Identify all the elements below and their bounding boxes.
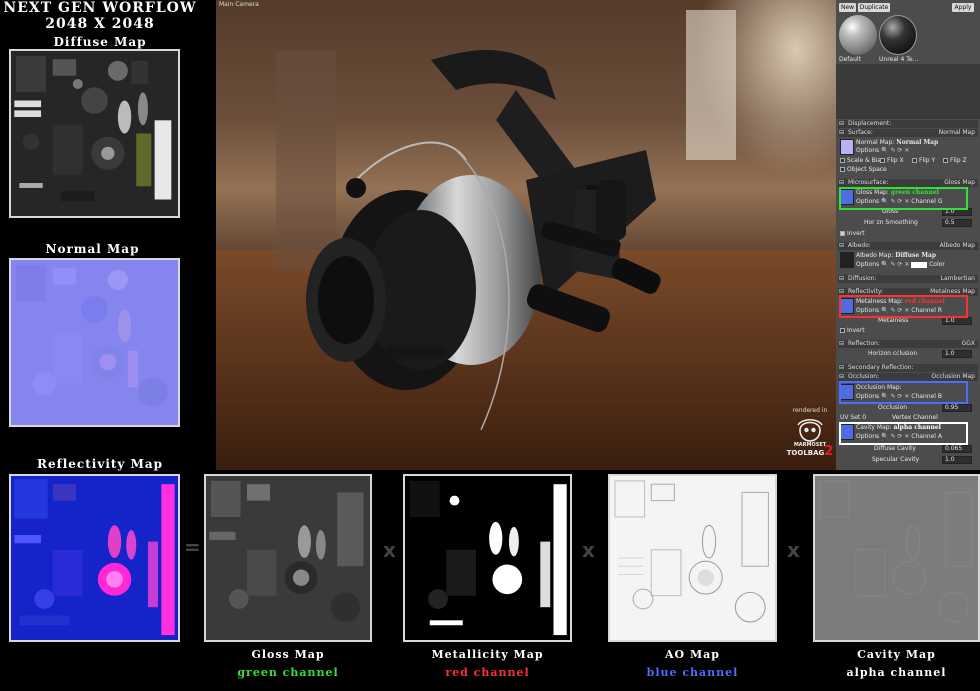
- reflectivity-map-thumbnail: [9, 474, 180, 642]
- logo-line2: TOOLBAG: [786, 449, 825, 457]
- occlusion-slider-label: Occlusion: [878, 404, 908, 411]
- horizon-smoothing-label: Hor zn Smoothing: [864, 219, 918, 226]
- uv-set-row[interactable]: UV Set 0 Vertex Channel: [840, 414, 938, 422]
- specular-cavity-field[interactable]: 1.0: [942, 456, 972, 464]
- metalness-map-highlight: [839, 295, 968, 318]
- normal-map-options[interactable]: Options 🔍 ✎ ⟳ ✕: [856, 147, 909, 155]
- horizon-occlusion-field[interactable]: 1.0: [942, 350, 972, 358]
- ao-map-caption: AO Map: [665, 648, 720, 661]
- gloss-map-caption: Gloss Map: [251, 648, 325, 661]
- section-occlusion[interactable]: Occlusion:Occlusion Map: [838, 373, 978, 381]
- diffuse-cavity-label: Diffuse Cavity: [874, 445, 916, 452]
- multiply-sign-2: x: [582, 538, 595, 562]
- reflectivity-map-label: Reflectivity Map: [36, 457, 164, 471]
- albedo-map-label-row: Albedo Map: Diffuse Map: [856, 252, 937, 259]
- occlusion-map-highlight: [839, 381, 968, 404]
- metalness-value-field[interactable]: 1.0: [942, 317, 972, 325]
- ao-channel-caption: blue channel: [646, 666, 739, 679]
- horizon-smoothing-field[interactable]: 0.5: [942, 219, 972, 227]
- gloss-map-thumbnail: [204, 474, 372, 642]
- horizon-occlusion-label: Horizon cclusion: [868, 350, 918, 357]
- apply-material-button[interactable]: Apply: [952, 3, 974, 12]
- invert-metalness-checkbox[interactable]: Invert: [840, 327, 865, 335]
- albedo-color-swatch[interactable]: [911, 261, 928, 268]
- invert-gloss-checkbox[interactable]: Invert: [840, 230, 865, 238]
- flip-y-checkbox[interactable]: Flip Y: [912, 157, 935, 165]
- scale-bias-checkbox[interactable]: Scale & Bias: [840, 157, 884, 165]
- section-microsurface[interactable]: Microsurface:Gloss Map: [838, 179, 978, 187]
- object-space-checkbox[interactable]: Object Space: [840, 166, 887, 174]
- default-material-sphere[interactable]: [839, 15, 877, 55]
- multiply-sign-1: x: [383, 538, 396, 562]
- albedo-options[interactable]: Options 🔍 ✎ ⟳ ✕ Color: [856, 261, 945, 269]
- gloss-map-highlight: [839, 187, 968, 210]
- ao-map-thumbnail: [608, 474, 777, 642]
- section-reflection[interactable]: Reflection:GGX: [838, 340, 978, 348]
- metalness-slider-label: Metalness: [878, 317, 909, 324]
- section-albedo[interactable]: Albedo:Albedo Map: [838, 242, 978, 250]
- normal-map-thumbnail: [9, 258, 180, 427]
- section-secondary-reflection[interactable]: Secondary Reflection:: [838, 364, 978, 372]
- section-diffusion[interactable]: Diffusion:Lambertian: [838, 275, 978, 283]
- new-material-button[interactable]: New: [839, 3, 856, 12]
- section-surface[interactable]: Surface:Normal Map: [838, 129, 978, 137]
- rendered-in-text: rendered in: [792, 407, 828, 414]
- section-displacement[interactable]: Displacement:: [838, 120, 978, 128]
- cavity-map-highlight: [839, 422, 968, 445]
- normal-map-slot[interactable]: [840, 139, 854, 155]
- flip-x-checkbox[interactable]: Flip X: [880, 157, 904, 165]
- default-material-name[interactable]: Default: [839, 56, 861, 63]
- material-browser-area: [836, 64, 980, 119]
- albedo-map-slot[interactable]: [840, 252, 854, 268]
- metallicity-map-thumbnail: [403, 474, 572, 642]
- workflow-title: NEXT GEN WORFLOW: [3, 0, 197, 16]
- duplicate-material-button[interactable]: Duplicate: [858, 3, 890, 12]
- metallicity-map-caption: Metallicity Map: [431, 648, 544, 661]
- diffuse-map-thumbnail: [9, 49, 180, 218]
- cavity-channel-caption: alpha channel: [846, 666, 947, 679]
- normal-map-label: Normal Map: [45, 242, 140, 256]
- cavity-map-caption: Cavity Map: [857, 648, 936, 661]
- equals-sign: =: [184, 535, 201, 559]
- marmoset-logo: rendered in MARMOSET TOOLBAG2: [785, 407, 835, 459]
- gloss-channel-caption: green channel: [237, 666, 339, 679]
- 3d-viewport[interactable]: Main Camera: [216, 0, 836, 470]
- resolution-label: 2048 X 2048: [45, 16, 155, 32]
- multiply-sign-3: x: [787, 538, 800, 562]
- flip-z-checkbox[interactable]: Flip Z: [943, 157, 967, 165]
- diffuse-map-label: Diffuse Map: [53, 35, 147, 49]
- rendered-scene: [216, 0, 836, 470]
- normal-map-label-row: Normal Map: Normal Map: [856, 139, 939, 146]
- unreal-material-name[interactable]: Unreal 4 Te...: [879, 56, 918, 63]
- metallicity-channel-caption: red channel: [445, 666, 530, 679]
- cavity-map-thumbnail: [813, 474, 980, 642]
- camera-label[interactable]: Main Camera: [219, 1, 259, 8]
- logo-number: 2: [824, 444, 834, 459]
- unreal-material-sphere[interactable]: [879, 15, 917, 55]
- occlusion-value-field[interactable]: 0.95: [942, 404, 972, 412]
- marmoset-monkey-icon: [797, 419, 823, 442]
- diffuse-cavity-field[interactable]: 0.065: [942, 445, 972, 453]
- specular-cavity-label: Specular Cavity: [872, 456, 920, 463]
